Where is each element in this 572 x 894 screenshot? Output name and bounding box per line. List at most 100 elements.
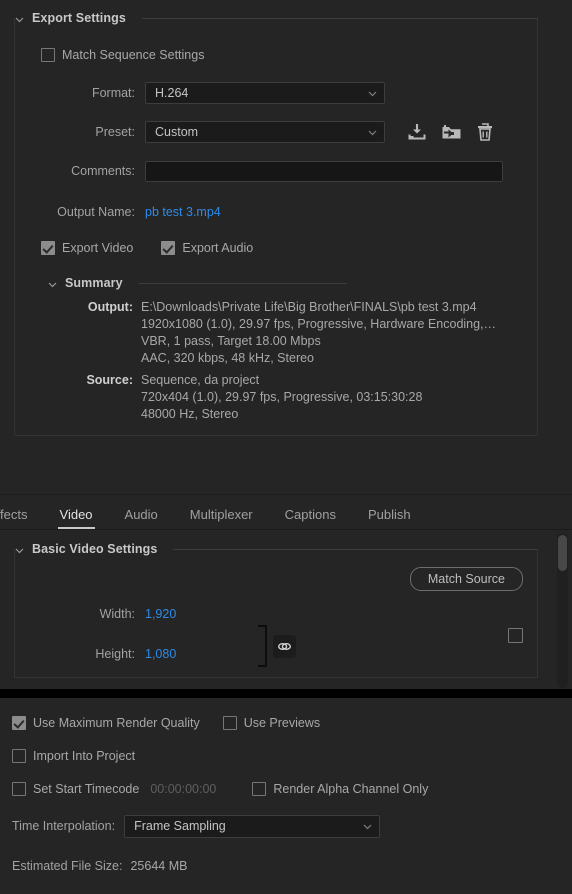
- import-preset-icon[interactable]: [441, 123, 462, 142]
- render-options-row: Use Maximum Render Quality Use Previews: [12, 708, 572, 738]
- export-settings-title: Export Settings: [32, 11, 126, 25]
- output-name-row: Output Name: pb test 3.mp4: [15, 201, 537, 223]
- output-name-label: Output Name:: [57, 205, 135, 219]
- import-into-project-checkbox[interactable]: Import Into Project: [12, 749, 135, 763]
- format-label: Format:: [91, 86, 135, 100]
- export-options-panel: Use Maximum Render Quality Use Previews …: [0, 698, 572, 894]
- preset-actions: [407, 122, 494, 142]
- summary-title: Summary: [65, 276, 123, 290]
- use-previews-label: Use Previews: [243, 716, 321, 730]
- summary-output-row: Output: E:\Downloads\Private Life\Big Br…: [15, 299, 537, 367]
- estimated-file-size-row: Estimated File Size: 25644 MB: [12, 851, 572, 881]
- width-label: Width:: [99, 607, 135, 621]
- tab-list: EffectsVideoAudioMultiplexerCaptionsPubl…: [0, 495, 572, 529]
- panel-divider: [0, 689, 572, 698]
- format-select[interactable]: H.264: [145, 82, 385, 104]
- summary-body: Output: E:\Downloads\Private Life\Big Br…: [15, 299, 537, 423]
- format-row: Format: H.264: [15, 82, 537, 104]
- checkbox-box[interactable]: [252, 782, 267, 796]
- time-interpolation-select[interactable]: Frame Sampling: [124, 814, 381, 838]
- chevron-down-icon: [367, 127, 378, 138]
- checkbox-box[interactable]: [222, 716, 237, 730]
- use-previews-checkbox[interactable]: Use Previews: [222, 716, 321, 730]
- match-sequence-settings-checkbox[interactable]: Match Sequence Settings: [41, 48, 204, 62]
- summary-header[interactable]: Summary: [15, 273, 537, 293]
- export-video-checkbox[interactable]: Export Video: [41, 241, 133, 255]
- tab-publish[interactable]: Publish: [352, 507, 427, 529]
- render-alpha-channel-only-label: Render Alpha Channel Only: [273, 782, 429, 796]
- width-row: Width: 1,920: [15, 603, 537, 625]
- checkbox-box[interactable]: [41, 241, 55, 255]
- match-source-button[interactable]: Match Source: [409, 567, 523, 591]
- checkbox-box[interactable]: [12, 749, 26, 763]
- summary-source-row: Source: Sequence, da project 720x404 (1.…: [15, 372, 537, 423]
- video-panel-scrollbar[interactable]: [557, 533, 568, 688]
- use-maximum-render-quality-checkbox[interactable]: Use Maximum Render Quality: [12, 716, 200, 730]
- link-bracket: [258, 625, 267, 667]
- start-timecode-value[interactable]: 00:00:00:00: [150, 782, 216, 796]
- tab-multiplexer[interactable]: Multiplexer: [174, 507, 269, 529]
- save-preset-icon[interactable]: [407, 123, 427, 142]
- comments-label: Comments:: [71, 164, 135, 178]
- preset-row: Preset: Custom: [15, 121, 537, 143]
- export-audio-label: Export Audio: [182, 241, 254, 255]
- chevron-down-icon[interactable]: [47, 279, 58, 290]
- summary-source-label: Source:: [86, 373, 133, 387]
- tab-captions[interactable]: Captions: [269, 507, 352, 529]
- link-icon[interactable]: [273, 634, 296, 658]
- time-interpolation-label: Time Interpolation:: [12, 819, 116, 833]
- comments-row: Comments:: [15, 160, 537, 182]
- estimated-file-size-value: 25644 MB: [130, 859, 188, 873]
- height-value[interactable]: 1,080: [145, 647, 176, 661]
- summary-rule: [138, 282, 347, 284]
- checkbox-box[interactable]: [12, 782, 26, 796]
- set-start-timecode-label: Set Start Timecode: [33, 782, 140, 796]
- summary-source-value: Sequence, da project 720x404 (1.0), 29.9…: [141, 373, 423, 421]
- chevron-down-icon[interactable]: [14, 14, 25, 25]
- basic-video-settings-panel: Basic Video Settings Match Source Width:…: [0, 531, 572, 689]
- basic-video-settings-group: Basic Video Settings Match Source Width:…: [0, 531, 572, 678]
- checkbox-box[interactable]: [41, 48, 55, 62]
- delete-preset-icon[interactable]: [476, 122, 494, 142]
- summary-group: Summary Output: E:\Downloads\Private Lif…: [15, 273, 537, 423]
- output-name-link[interactable]: pb test 3.mp4: [145, 205, 221, 219]
- preset-value: Custom: [155, 125, 199, 139]
- format-value: H.264: [155, 86, 189, 100]
- match-source-row: Match Source: [15, 559, 537, 591]
- checkbox-box[interactable]: [12, 716, 26, 730]
- export-toggles-row: Export Video Export Audio: [41, 237, 537, 259]
- time-interpolation-row: Time Interpolation: Frame Sampling: [12, 811, 572, 841]
- use-maximum-render-quality-label: Use Maximum Render Quality: [33, 716, 200, 730]
- preset-select[interactable]: Custom: [145, 121, 385, 143]
- checkbox-box[interactable]: [161, 241, 176, 255]
- estimated-file-size-label: Estimated File Size:: [12, 859, 123, 873]
- preset-label: Preset:: [95, 125, 135, 139]
- tab-effects[interactable]: Effects: [0, 507, 44, 529]
- export-settings-group: Export Settings Match Sequence Settings …: [0, 0, 572, 436]
- export-audio-checkbox[interactable]: Export Audio: [161, 241, 253, 255]
- width-value[interactable]: 1,920: [145, 607, 176, 621]
- import-into-project-label: Import Into Project: [33, 749, 136, 763]
- timecode-row: Set Start Timecode 00:00:00:00 Render Al…: [12, 774, 572, 804]
- match-sequence-settings-label: Match Sequence Settings: [62, 48, 205, 62]
- aspect-link-cluster: [258, 625, 296, 667]
- height-label: Height:: [95, 647, 135, 661]
- chevron-down-icon: [362, 821, 373, 832]
- summary-output-label: Output:: [87, 300, 133, 314]
- render-alpha-channel-only-checkbox[interactable]: Render Alpha Channel Only: [252, 782, 428, 796]
- set-start-timecode-checkbox[interactable]: Set Start Timecode: [12, 782, 139, 796]
- basic-video-settings-body: Match Source Width: 1,920 Height: 1,080: [14, 549, 538, 678]
- aspect-reset-checkbox[interactable]: [508, 628, 523, 643]
- import-row: Import Into Project: [12, 741, 572, 771]
- comments-input[interactable]: [145, 160, 503, 182]
- header-rule: [141, 17, 538, 19]
- export-video-label: Export Video: [62, 241, 134, 255]
- scrollbar-thumb[interactable]: [558, 535, 567, 571]
- summary-output-value: E:\Downloads\Private Life\Big Brother\FI…: [141, 300, 497, 365]
- tab-video[interactable]: Video: [44, 507, 109, 529]
- tab-audio[interactable]: Audio: [109, 507, 174, 529]
- chevron-down-icon: [367, 88, 378, 99]
- time-interpolation-value: Frame Sampling: [134, 819, 226, 833]
- settings-tab-bar: EffectsVideoAudioMultiplexerCaptionsPubl…: [0, 494, 572, 530]
- match-sequence-row: Match Sequence Settings: [41, 44, 537, 66]
